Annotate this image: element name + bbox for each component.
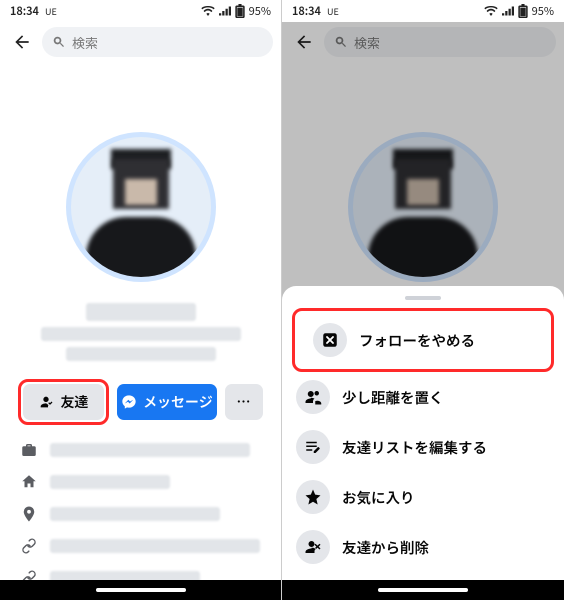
avatar[interactable] [61, 127, 221, 287]
left-screenshot: 18:34 UE 95% 検索 [0, 0, 282, 600]
wifi-icon [201, 6, 215, 16]
edit-list-icon [296, 430, 330, 464]
system-nav-bar [282, 580, 564, 600]
unfriend-icon [296, 530, 330, 564]
clock: 18:34 [292, 3, 321, 19]
status-bar: 18:34 UE 95% [282, 0, 564, 22]
menu-unfollow[interactable]: フォローをやめる [299, 315, 547, 365]
sheet-handle[interactable] [405, 296, 441, 300]
unfollow-icon [313, 323, 347, 357]
more-icon: … [237, 392, 252, 412]
about-link1-row[interactable] [18, 535, 263, 557]
battery-icon [235, 4, 245, 18]
avatar-wrap [0, 127, 281, 287]
menu-take-break[interactable]: 少し距離を置く [282, 372, 564, 422]
clock: 18:34 [10, 3, 39, 19]
messenger-icon [121, 394, 137, 410]
menu-unfriend[interactable]: 友達から削除 [282, 522, 564, 572]
search-placeholder: 検索 [72, 33, 98, 52]
friends-menu-sheet: フォローをやめる 少し距離を置く 友達リストを編集する お気に入り [282, 286, 564, 580]
about-list [0, 435, 281, 593]
battery-icon [518, 4, 528, 18]
menu-edit-friend-list-label: 友達リストを編集する [342, 437, 487, 458]
link-icon [18, 537, 40, 555]
profile-subtitle2-placeholder [66, 347, 216, 361]
carrier-label: UE [45, 5, 57, 18]
system-nav-bar [0, 580, 281, 600]
arrow-left-icon [12, 32, 32, 52]
message-button[interactable]: メッセージ [117, 384, 217, 420]
about-location-row[interactable] [18, 503, 263, 525]
message-button-label: メッセージ [143, 392, 213, 412]
menu-favorite[interactable]: お気に入り [282, 472, 564, 522]
take-break-icon [296, 380, 330, 414]
profile-name-placeholder [86, 303, 196, 321]
briefcase-icon [18, 441, 40, 459]
top-bar: 検索 [0, 22, 281, 62]
battery-percent: 95% [532, 3, 554, 19]
about-home-row[interactable] [18, 471, 263, 493]
star-icon [296, 480, 330, 514]
menu-favorite-label: お気に入り [342, 487, 415, 508]
search-icon [52, 35, 66, 49]
status-bar: 18:34 UE 95% [0, 0, 281, 22]
carrier-label: UE [327, 5, 339, 18]
home-icon [18, 473, 40, 491]
about-work-row[interactable] [18, 439, 263, 461]
nav-handle[interactable] [96, 588, 186, 592]
friends-button-label: 友達 [60, 392, 88, 412]
back-button[interactable] [8, 28, 36, 56]
signal-icon [502, 6, 514, 16]
cover-area[interactable] [0, 62, 281, 137]
menu-unfriend-label: 友達から削除 [342, 537, 429, 558]
battery-percent: 95% [249, 3, 271, 19]
profile-subtitle-placeholder [41, 327, 241, 341]
person-check-icon [38, 394, 54, 410]
right-screenshot: 18:34 UE 95% 検索 [282, 0, 564, 600]
profile-name-area [0, 297, 281, 367]
nav-handle[interactable] [378, 588, 468, 592]
wifi-icon [484, 6, 498, 16]
menu-unfollow-label: フォローをやめる [359, 330, 475, 351]
location-pin-icon [18, 505, 40, 523]
menu-take-break-label: 少し距離を置く [342, 387, 444, 408]
menu-edit-friend-list[interactable]: 友達リストを編集する [282, 422, 564, 472]
friends-button[interactable]: 友達 [23, 384, 104, 420]
more-button[interactable]: … [225, 384, 263, 420]
action-row: 友達 メッセージ … [0, 367, 281, 435]
signal-icon [219, 6, 231, 16]
search-input[interactable]: 検索 [42, 27, 273, 57]
